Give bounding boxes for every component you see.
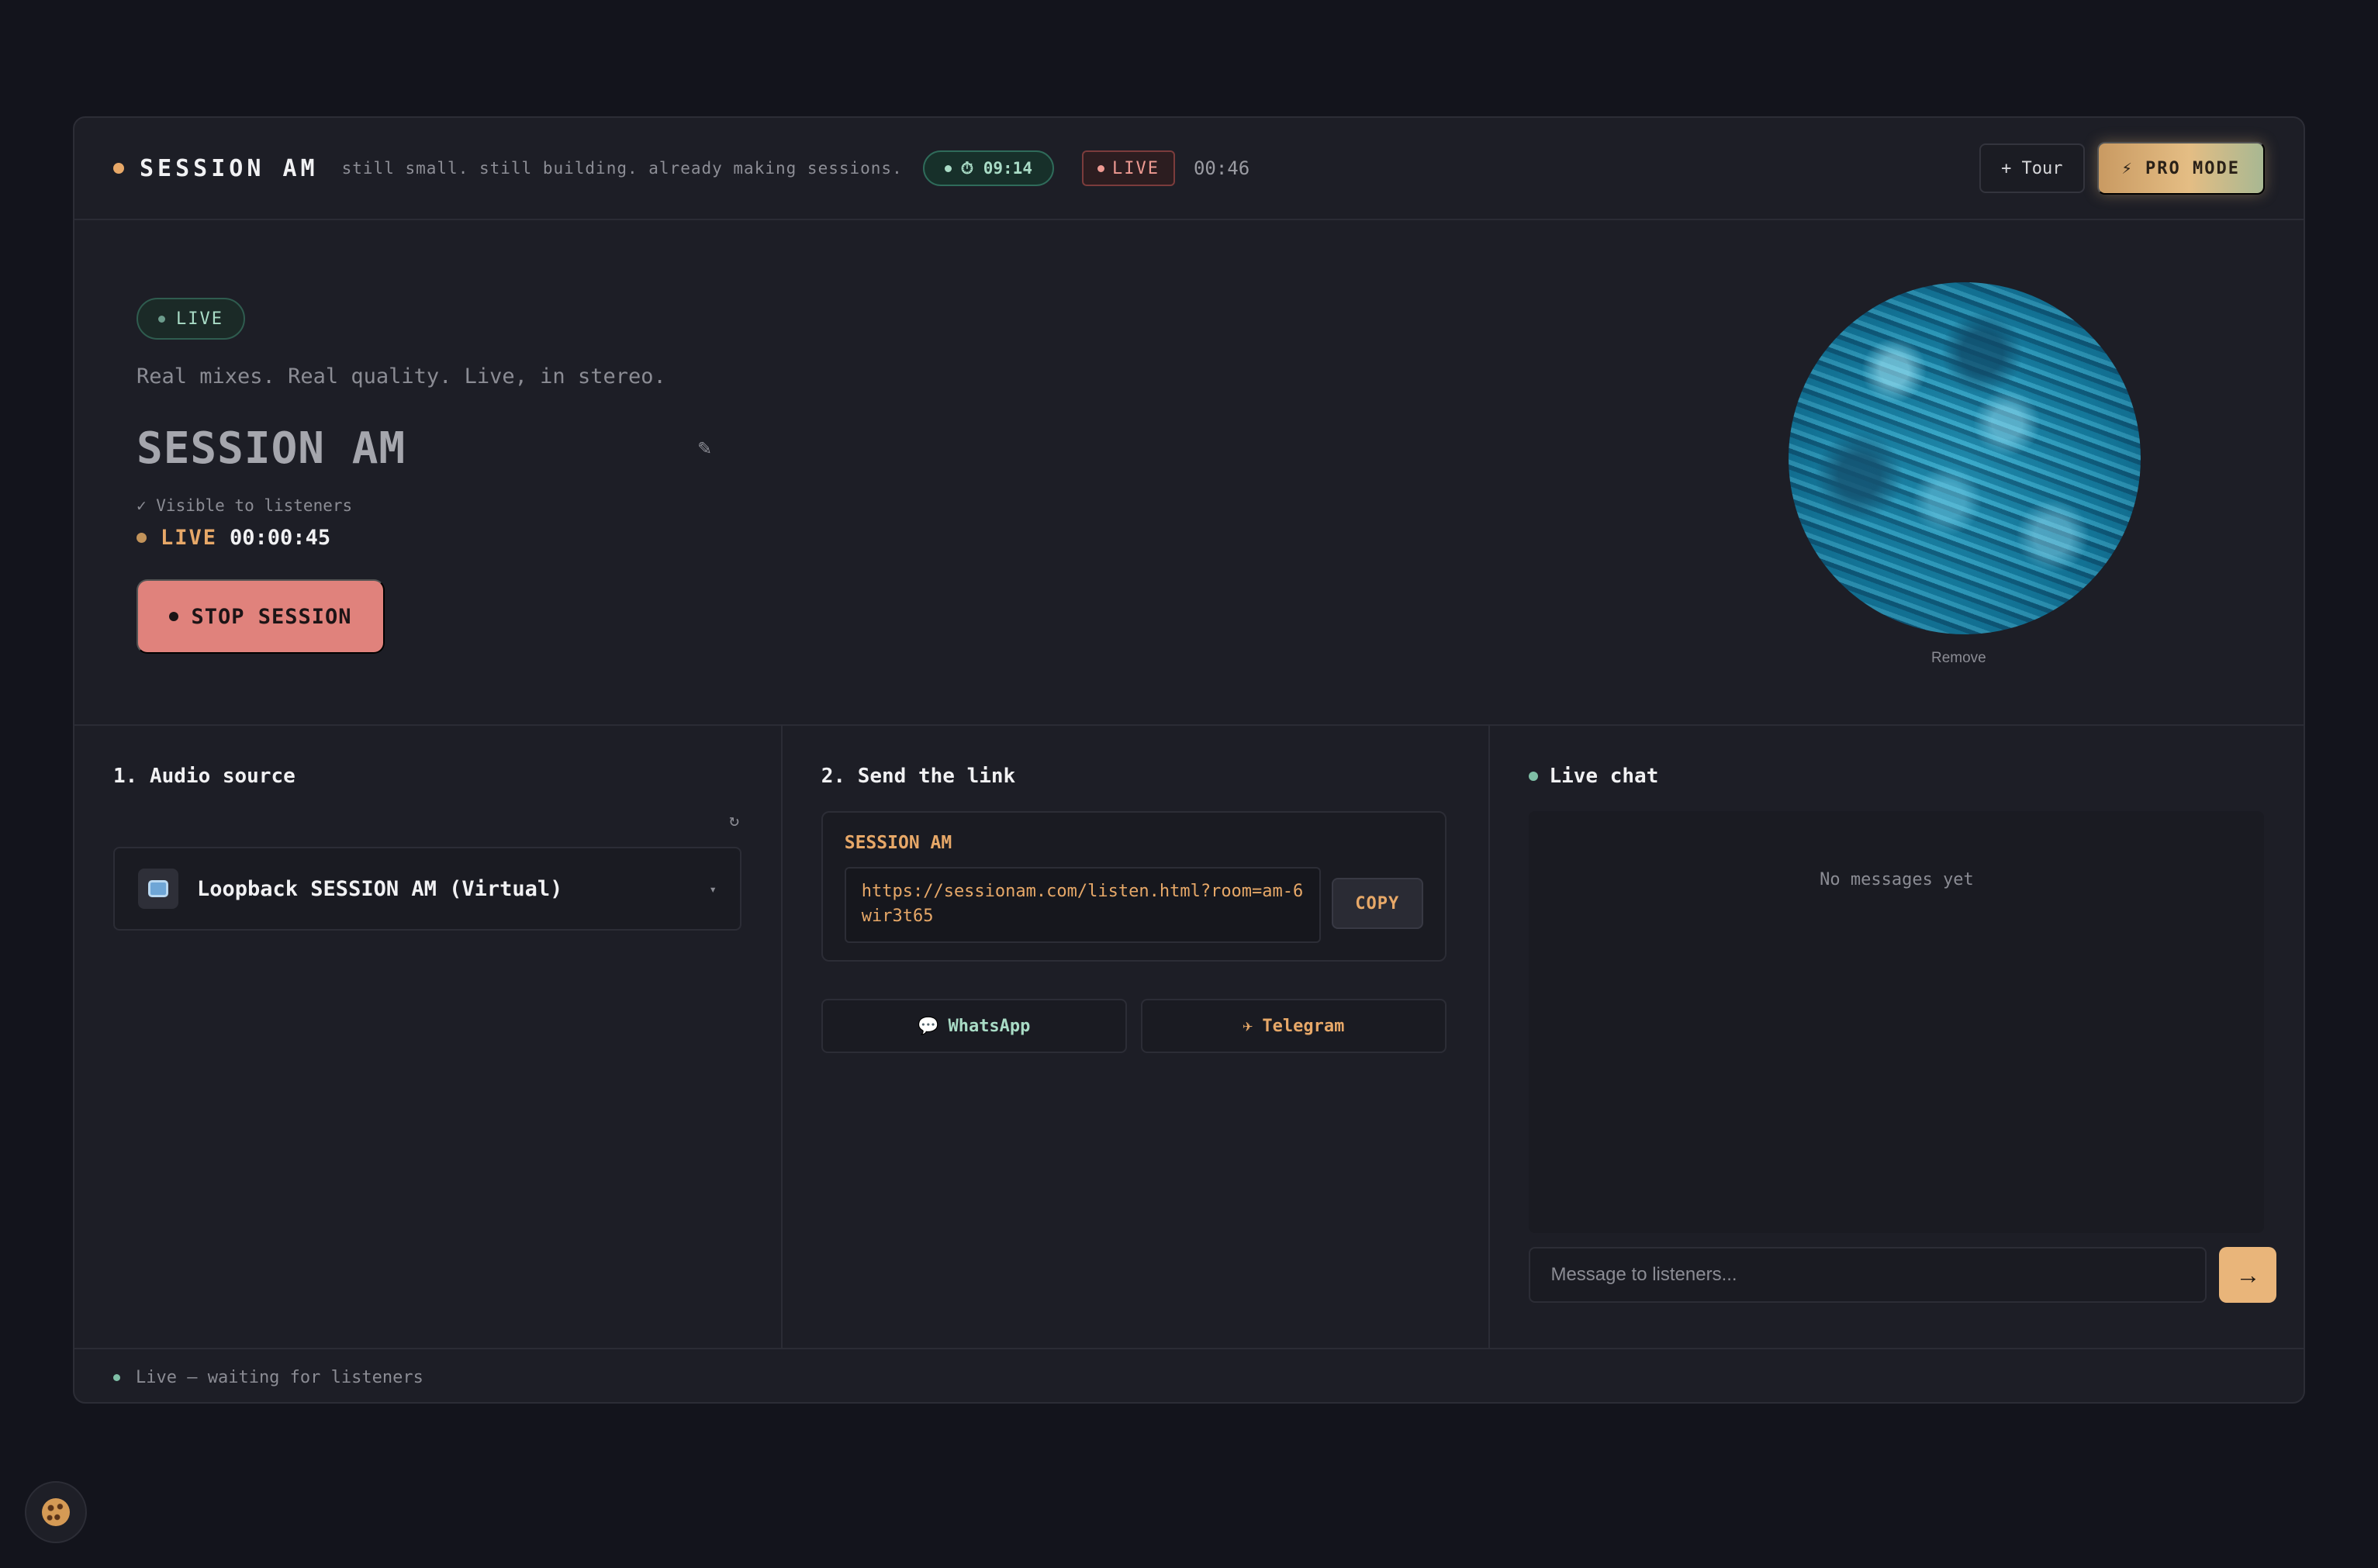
- stop-session-button[interactable]: STOP SESSION: [137, 579, 385, 654]
- elapsed-time: 00:46: [1193, 157, 1250, 179]
- live-status-label: LIVE: [161, 526, 218, 550]
- chevron-down-icon: ▾: [709, 881, 717, 896]
- panels-row: 1. Audio source ↻ Loopback SESSION AM (V…: [74, 726, 2304, 1348]
- share-link-title: 2. Send the link: [821, 765, 1016, 788]
- share-link-panel: 2. Send the link SESSION AM https://sess…: [783, 726, 1491, 1348]
- stop-dot-icon: [169, 612, 179, 621]
- telegram-button[interactable]: ✈ Telegram: [1140, 999, 1447, 1053]
- hero-live-label: LIVE: [176, 309, 223, 329]
- stop-session-label: STOP SESSION: [191, 604, 352, 629]
- session-title[interactable]: SESSION AM: [137, 423, 406, 474]
- chat-bubble-icon: 💬: [918, 1016, 939, 1036]
- top-bar: SESSION AM still small. still building. …: [74, 118, 2304, 220]
- live-duration: 00:00:45: [230, 526, 331, 550]
- brand-dot: [113, 163, 124, 174]
- loopback-icon: [138, 869, 178, 909]
- remove-cover-link[interactable]: Remove: [1931, 650, 1986, 667]
- audio-source-title: 1. Audio source: [113, 765, 296, 788]
- chat-message-input[interactable]: [1529, 1247, 2207, 1303]
- app-window: SESSION AM still small. still building. …: [73, 116, 2305, 1404]
- link-card: SESSION AM https://sessionam.com/listen.…: [821, 811, 1447, 962]
- empty-chat-text: No messages yet: [1820, 870, 1974, 889]
- whatsapp-label: WhatsApp: [948, 1016, 1031, 1036]
- audio-source-select[interactable]: Loopback SESSION AM (Virtual) ▾: [113, 847, 741, 931]
- hero-live-badge: LIVE: [137, 298, 245, 340]
- edit-icon[interactable]: ✎: [698, 434, 711, 460]
- tagline: still small. still building. already mak…: [341, 159, 903, 178]
- cookie-settings-button[interactable]: [25, 1481, 87, 1543]
- footer-status-dot: [113, 1373, 120, 1381]
- status-footer: Live — waiting for listeners: [74, 1348, 2304, 1402]
- brand-name: SESSION AM: [140, 154, 319, 182]
- whatsapp-button[interactable]: 💬 WhatsApp: [821, 999, 1127, 1053]
- live-chat-title: Live chat: [1529, 765, 1658, 788]
- session-subtitle: Real mixes. Real quality. Live, in stere…: [137, 364, 666, 389]
- live-status: LIVE 00:00:45: [137, 526, 330, 550]
- session-cover-image[interactable]: [1789, 282, 2141, 634]
- copy-button[interactable]: COPY: [1331, 878, 1423, 929]
- live-chat-panel: Live chat No messages yet →: [1490, 726, 2304, 1348]
- tour-button[interactable]: + Tour: [1979, 143, 2085, 193]
- footer-status-text: Live — waiting for listeners: [136, 1367, 423, 1387]
- live-dot: [1097, 164, 1104, 172]
- link-session-name: SESSION AM: [844, 833, 952, 853]
- share-buttons: 💬 WhatsApp ✈ Telegram: [821, 999, 1447, 1053]
- live-status-dot: [137, 533, 147, 543]
- live-chat-label: Live chat: [1549, 765, 1659, 788]
- telegram-label: Telegram: [1262, 1016, 1345, 1036]
- session-hero: LIVE Real mixes. Real quality. Live, in …: [74, 220, 2304, 726]
- cookie-icon: [42, 1498, 70, 1526]
- audio-source-name: Loopback SESSION AM (Virtual): [197, 876, 563, 901]
- chat-messages[interactable]: No messages yet: [1529, 811, 2265, 1233]
- paper-plane-icon: ✈: [1243, 1016, 1253, 1036]
- refresh-icon[interactable]: ↻: [729, 811, 739, 831]
- hero-live-dot: [158, 315, 165, 323]
- live-badge: LIVE: [1081, 150, 1175, 186]
- listen-url-field[interactable]: https://sessionam.com/listen.html?room=a…: [844, 867, 1321, 943]
- live-badge-label: LIVE: [1111, 158, 1160, 178]
- pro-mode-button[interactable]: ⚡ PRO MODE: [2096, 142, 2265, 195]
- timer-badge: ⏱ 09:14: [922, 150, 1054, 186]
- chat-status-dot: [1529, 772, 1539, 781]
- timer-value: ⏱ 09:14: [960, 158, 1032, 178]
- timer-dot: [944, 164, 952, 172]
- visibility-note: ✓ Visible to listeners: [137, 496, 353, 515]
- audio-source-panel: 1. Audio source ↻ Loopback SESSION AM (V…: [74, 726, 783, 1348]
- send-message-button[interactable]: →: [2219, 1247, 2277, 1303]
